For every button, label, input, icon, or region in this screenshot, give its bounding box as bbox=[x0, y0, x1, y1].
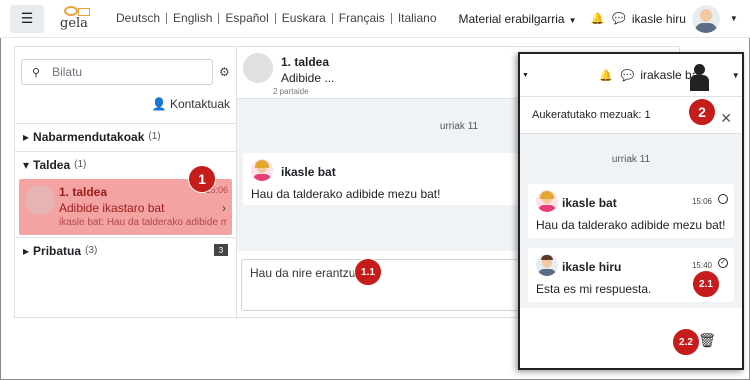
chat-bubble-icon[interactable]: 💬 bbox=[612, 12, 626, 25]
callout-marker: 2.2 bbox=[672, 328, 700, 356]
trash-icon[interactable]: 🗑 bbox=[698, 332, 716, 349]
check-circle-icon[interactable]: ✓ bbox=[718, 258, 728, 268]
conversation-preview: ikasle bat: Hau da talderako adibide mez… bbox=[59, 217, 227, 228]
user-name[interactable]: ikasle hiru bbox=[632, 12, 686, 26]
avatar bbox=[536, 190, 558, 212]
section-count: (1) bbox=[74, 159, 87, 170]
chevron-right-icon: › bbox=[222, 201, 226, 215]
selected-count-label: Aukeratutako mezuak: 1 bbox=[532, 109, 651, 121]
message-bubble[interactable]: ikasle bat Hau da talderako adibide mezu… bbox=[243, 153, 533, 205]
message-sender: ikasle bat bbox=[281, 165, 336, 179]
lang-english[interactable]: English bbox=[167, 12, 220, 24]
bell-icon[interactable]: 🔔 bbox=[599, 69, 613, 82]
avatar bbox=[536, 254, 558, 276]
site-logo[interactable]: gela bbox=[58, 4, 98, 34]
search-icon: ⚲ bbox=[32, 66, 41, 79]
lang-euskara[interactable]: Euskara bbox=[276, 12, 333, 24]
chevron-down-icon[interactable]: ▼ bbox=[730, 14, 738, 23]
message-time: 15:06 bbox=[691, 197, 712, 206]
lang-italiano[interactable]: Italiano bbox=[392, 12, 443, 24]
lang-francais[interactable]: Français bbox=[333, 12, 392, 24]
reply-textarea[interactable]: Hau da nire erantzuna bbox=[241, 259, 531, 311]
preview-sender: ikasle bat: bbox=[59, 217, 105, 228]
unselected-circle-icon[interactable] bbox=[718, 194, 728, 204]
date-separator: urriak 11 bbox=[611, 154, 651, 165]
message-text: Esta es mi respuesta. bbox=[536, 282, 652, 296]
search-placeholder: Bilatu bbox=[52, 65, 83, 79]
message-text: Hau da talderako adibide mezu bat! bbox=[536, 218, 726, 232]
material-menu[interactable]: Material erabilgarria ▼ bbox=[459, 12, 577, 26]
conversation-title: 1. taldea bbox=[59, 185, 108, 199]
section-label: Nabarmendutakoak bbox=[33, 129, 145, 144]
contacts-link[interactable]: 👤 Kontaktuak bbox=[152, 97, 230, 111]
gear-icon[interactable]: ⚙ bbox=[219, 65, 230, 79]
material-menu-label: Material erabilgarria bbox=[458, 11, 565, 26]
section-count: (1) bbox=[148, 131, 161, 142]
callout-marker: 2 bbox=[688, 98, 716, 126]
search-input[interactable]: ⚲ Bilatu bbox=[21, 59, 213, 85]
chevron-down-icon: ▼ bbox=[568, 15, 577, 25]
caret-right-icon: ▸ bbox=[23, 243, 30, 258]
lang-deutsch[interactable]: Deutsch bbox=[110, 12, 168, 24]
top-navbar: ☰ gela Deutsch English Español Euskara F… bbox=[0, 0, 750, 38]
avatar bbox=[251, 159, 273, 181]
section-label: Pribatua bbox=[33, 243, 82, 258]
conversation-subtitle: Adibide ikastaro bat bbox=[59, 201, 165, 215]
contacts-label: Kontaktuak bbox=[169, 97, 230, 111]
chevron-down-icon[interactable]: ▼ bbox=[522, 72, 529, 79]
section-label: Taldea bbox=[33, 157, 71, 172]
user-icon: 👤 bbox=[151, 97, 167, 111]
section-count: (3) bbox=[85, 245, 98, 256]
bell-icon[interactable]: 🔔 bbox=[590, 12, 604, 25]
conversation-subtitle: Adibide ... bbox=[281, 71, 335, 85]
section-starred[interactable]: ▸ Nabarmendutakoak (1) bbox=[15, 123, 236, 149]
preview-text: Hau da talderako adibide mezu bat! bbox=[106, 217, 227, 228]
callout-marker: 1 bbox=[188, 165, 216, 193]
hamburger-menu-button[interactable]: ☰ bbox=[10, 4, 44, 33]
message-sender: ikasle hiru bbox=[562, 260, 622, 274]
unread-badge: 3 bbox=[214, 244, 228, 256]
message-bubble[interactable]: ikasle bat 15:06 Hau da talderako adibid… bbox=[528, 184, 734, 238]
group-avatar bbox=[243, 53, 273, 83]
section-private[interactable]: ▸ Pribatua (3) 3 bbox=[15, 237, 236, 263]
chevron-down-icon[interactable]: ▼ bbox=[732, 71, 740, 80]
message-time: 15:40 bbox=[691, 261, 712, 270]
caret-right-icon: ▸ bbox=[23, 129, 30, 144]
message-text: Hau da talderako adibide mezu bat! bbox=[251, 187, 441, 201]
lang-espanol[interactable]: Español bbox=[219, 12, 276, 24]
callout-marker: 1.1 bbox=[354, 258, 382, 286]
chat-bubble-icon[interactable]: 💬 bbox=[621, 69, 635, 82]
participants-count[interactable]: 2 partaide bbox=[273, 87, 309, 96]
language-list: Deutsch English Español Euskara Français… bbox=[110, 12, 443, 24]
conversation-title: 1. taldea bbox=[281, 55, 330, 69]
group-avatar bbox=[25, 185, 55, 215]
message-sender: ikasle bat bbox=[562, 196, 617, 210]
avatar[interactable] bbox=[691, 4, 720, 33]
caret-down-icon: ▾ bbox=[23, 157, 30, 172]
close-icon[interactable]: ✕ bbox=[720, 110, 732, 127]
teacher-avatar[interactable] bbox=[688, 64, 712, 92]
menu-icon: ☰ bbox=[20, 10, 34, 26]
callout-marker: 2.1 bbox=[692, 270, 720, 298]
